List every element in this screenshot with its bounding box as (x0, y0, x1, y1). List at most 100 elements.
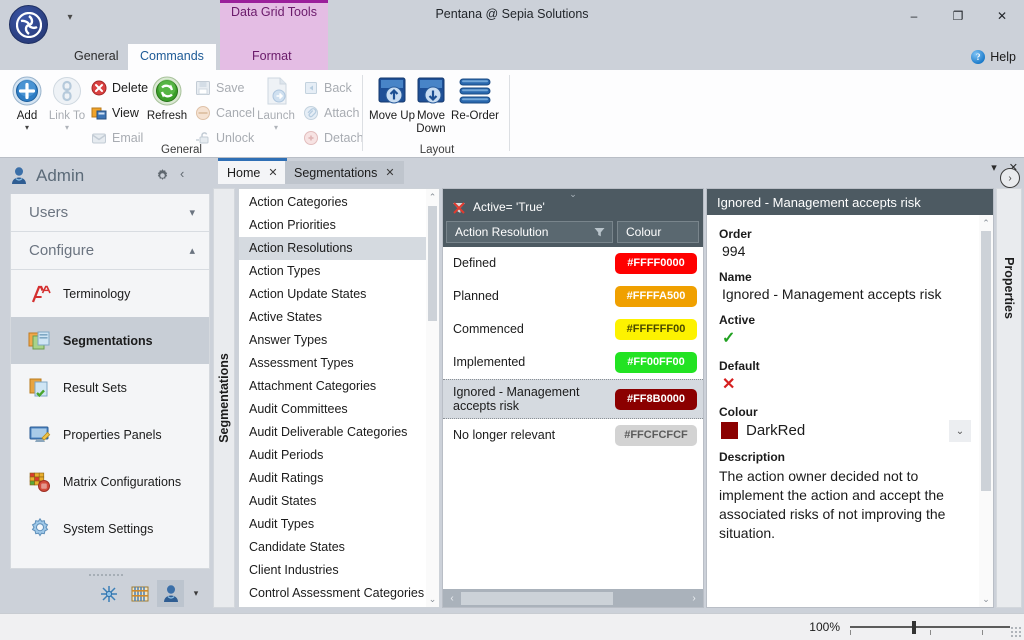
tab-segmentations[interactable]: Segmentations ✕ (285, 161, 404, 184)
segmentations-side-strip[interactable]: Segmentations (213, 188, 235, 608)
scroll-up-icon[interactable]: ⌃ (426, 189, 439, 205)
tab-home-close-icon[interactable]: ✕ (268, 166, 277, 179)
colour-dropdown-caret-icon[interactable]: ⌄ (949, 420, 971, 442)
table-row[interactable]: Implemented #FF00FF00 (443, 346, 703, 379)
tab-home[interactable]: Home ✕ (218, 158, 287, 184)
sidebar-item-properties-panels[interactable]: Properties Panels (11, 411, 209, 458)
table-row[interactable]: Commenced #FFFFFF00 (443, 313, 703, 346)
list-item[interactable]: Active States (239, 306, 426, 329)
sidebar-item-matrix-configurations[interactable]: Matrix Configurations (11, 458, 209, 505)
scroll-left-icon[interactable]: ‹ (443, 593, 461, 604)
launch-caret-icon[interactable]: ▾ (252, 123, 300, 132)
abacus-icon[interactable] (126, 580, 153, 607)
grid-hscroll-thumb[interactable] (461, 591, 613, 605)
close-button[interactable]: ✕ (980, 0, 1024, 32)
maximize-button[interactable]: ❐ (936, 0, 980, 32)
field-value-colour[interactable]: DarkRed ⌄ (719, 420, 971, 442)
sidebar-item-terminology[interactable]: Terminology (11, 270, 209, 317)
sidebar-section-users[interactable]: Users ▾ (11, 194, 209, 232)
zoom-slider[interactable] (850, 618, 1010, 636)
sidebar-resize-grip[interactable] (88, 573, 124, 578)
list-item[interactable]: Audit Deliverable Categories (239, 421, 426, 444)
grid-column-action-resolution[interactable]: Action Resolution (446, 221, 613, 243)
zoom-slider-thumb[interactable] (912, 621, 916, 634)
chevron-right-circle-icon[interactable]: › (1000, 168, 1020, 188)
list-item[interactable]: Control Assessment Categories (239, 582, 426, 605)
field-value-name[interactable]: Ignored - Management accepts risk (719, 286, 965, 302)
sidebar-item-result-sets[interactable]: Result Sets (11, 364, 209, 411)
grid-column-colour[interactable]: Colour (617, 221, 699, 243)
table-row[interactable]: No longer relevant #FFCFCFCF (443, 419, 703, 452)
chevron-left-icon[interactable]: ‹ (180, 166, 184, 181)
table-row[interactable]: Defined #FFFF0000 (443, 247, 703, 280)
field-value-default-cross-icon[interactable]: ✕ (719, 374, 965, 394)
scrollbar-thumb[interactable] (428, 206, 437, 321)
list-item[interactable]: Audit Committees (239, 398, 426, 421)
list-item[interactable]: Audit Types (239, 513, 426, 536)
grid-filter-caret-icon[interactable]: ⌄ (443, 189, 703, 199)
properties-side-strip[interactable]: › Properties (996, 168, 1022, 608)
ribbon-tab-general[interactable]: General (62, 44, 130, 70)
list-item-selected[interactable]: Action Resolutions (239, 237, 426, 260)
filter-remove-icon[interactable] (452, 201, 466, 218)
re-order-button[interactable]: Re-Order (446, 74, 504, 123)
tab-segmentations-close-icon[interactable]: ✕ (385, 166, 394, 179)
grid-column-action-resolution-label: Action Resolution (455, 225, 549, 239)
ribbon-tab-format[interactable]: Format (240, 44, 304, 70)
cancel-button[interactable]: Cancel (192, 102, 255, 124)
chevron-up-icon[interactable]: ▴ (189, 232, 195, 270)
link-to-caret-icon[interactable]: ▾ (43, 123, 91, 132)
scroll-up-icon[interactable]: ⌃ (979, 215, 993, 231)
list-item[interactable]: Candidate States (239, 536, 426, 559)
help-button[interactable]: ? Help (971, 47, 1016, 67)
attach-button[interactable]: Attach (300, 102, 359, 124)
admin-user-footer-icon[interactable] (157, 580, 184, 607)
scroll-down-icon[interactable]: ⌄ (979, 591, 993, 607)
scroll-down-icon[interactable]: ⌄ (426, 591, 439, 607)
list-item[interactable]: Audit States (239, 490, 426, 513)
overflow-caret-icon[interactable]: ▾ (188, 580, 204, 607)
minimize-button[interactable]: – (892, 0, 936, 32)
tab-list-caret-icon[interactable]: ▾ (991, 161, 997, 174)
list-item[interactable]: Action Update States (239, 283, 426, 306)
gear-icon[interactable] (155, 168, 170, 186)
refresh-button[interactable]: Refresh (143, 74, 191, 123)
sidebar-section-configure[interactable]: Configure ▴ (11, 232, 209, 270)
link-to-button[interactable]: Link To ▾ (43, 74, 91, 132)
refresh-label: Refresh (146, 110, 188, 122)
segmentation-list-scrollbar[interactable]: ⌃ ⌄ (426, 189, 439, 607)
row-colour-swatch: #FF00FF00 (615, 351, 697, 373)
scroll-right-icon[interactable]: › (685, 593, 703, 604)
network-icon[interactable] (95, 580, 122, 607)
zoom-tick (850, 630, 851, 635)
list-item[interactable]: Attachment Categories (239, 375, 426, 398)
grid-horizontal-scrollbar[interactable]: ‹ › (443, 589, 703, 607)
sidebar-item-segmentations[interactable]: Segmentations (11, 317, 209, 364)
table-row-selected[interactable]: Ignored - Management accepts risk #FF8B0… (443, 379, 703, 419)
resize-grip-icon[interactable] (1010, 626, 1022, 638)
list-item[interactable]: Audit Ratings (239, 467, 426, 490)
table-row[interactable]: Planned #FFFFA500 (443, 280, 703, 313)
field-value-order[interactable]: 994 (719, 243, 965, 259)
list-item[interactable]: Client Industries (239, 559, 426, 582)
view-button[interactable]: View (88, 102, 139, 124)
list-item[interactable]: Action Priorities (239, 214, 426, 237)
scrollbar-thumb[interactable] (981, 231, 991, 491)
list-item[interactable]: Action Types (239, 260, 426, 283)
delete-button[interactable]: Delete (88, 77, 148, 99)
properties-panel-scrollbar[interactable]: ⌃ ⌄ (979, 215, 993, 607)
launch-button[interactable]: Launch ▾ (252, 74, 300, 132)
segmentation-list[interactable]: Action Categories Action Priorities Acti… (238, 188, 440, 608)
field-value-active-check-icon[interactable]: ✓ (719, 328, 965, 348)
sidebar-item-system-settings[interactable]: System Settings (11, 505, 209, 552)
back-button[interactable]: Back (300, 77, 352, 99)
chevron-down-icon[interactable]: ▾ (189, 194, 195, 232)
field-value-description[interactable]: The action owner decided not to implemen… (719, 467, 965, 543)
list-item[interactable]: Assessment Types (239, 352, 426, 375)
save-button[interactable]: Save (192, 77, 245, 99)
list-item[interactable]: Audit Periods (239, 444, 426, 467)
list-item[interactable]: Action Categories (239, 191, 426, 214)
ribbon-tab-commands[interactable]: Commands (128, 44, 216, 70)
list-item[interactable]: Answer Types (239, 329, 426, 352)
column-filter-icon[interactable] (594, 227, 605, 241)
